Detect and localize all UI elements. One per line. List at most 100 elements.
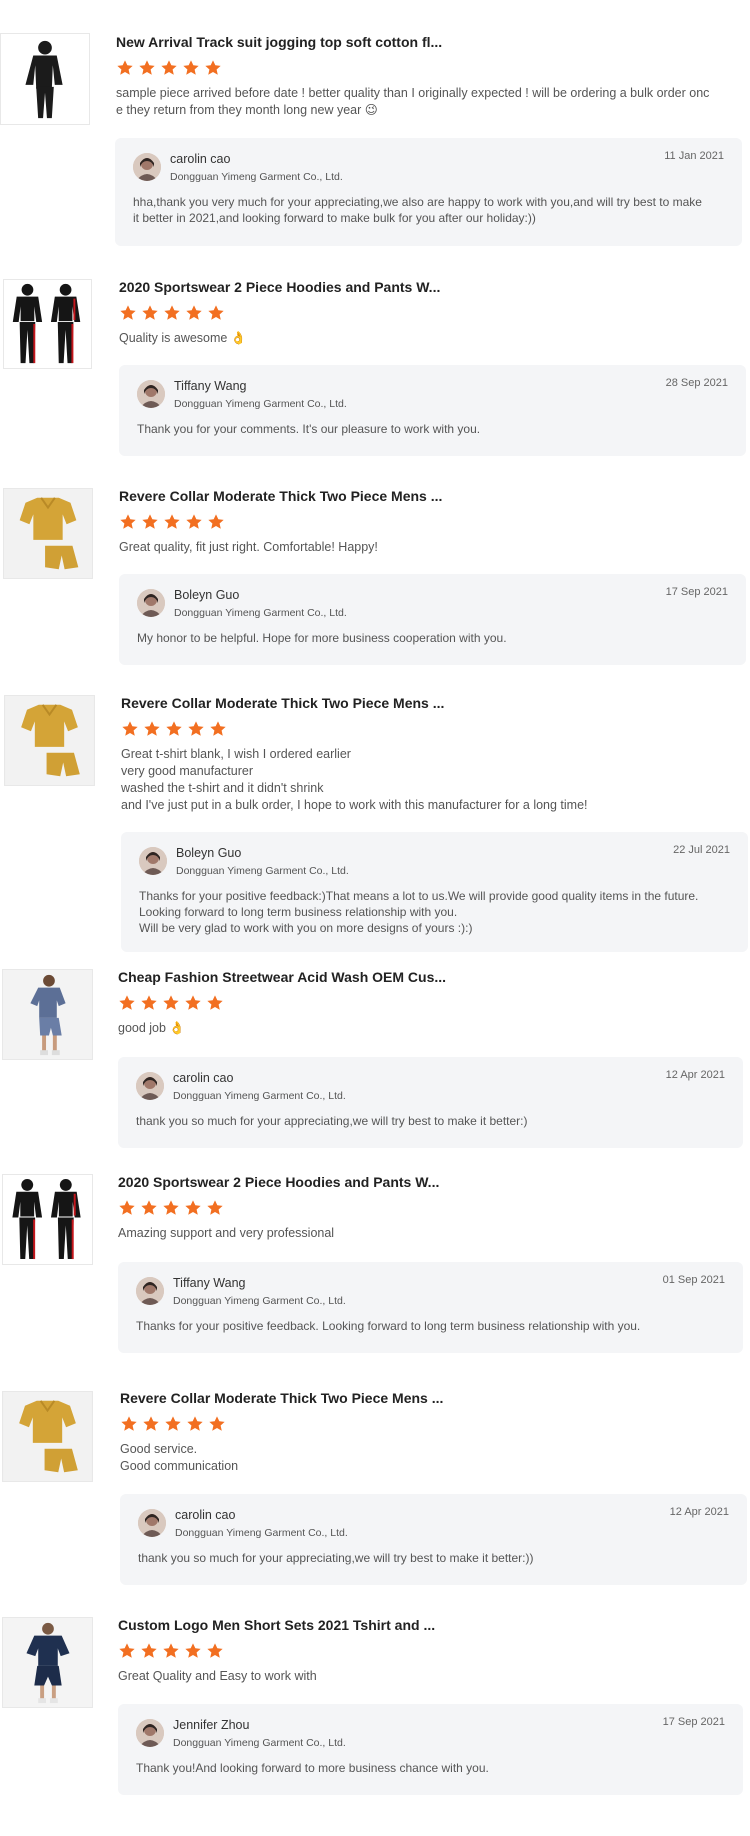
star-icon [118, 1642, 136, 1660]
star-icon [119, 513, 137, 531]
review-text: Great t-shirt blank, I wish I ordered ea… [121, 747, 588, 812]
star-icon [206, 994, 224, 1012]
reply-date: 12 Apr 2021 [665, 1069, 725, 1081]
star-icon [118, 1199, 136, 1217]
star-icon [207, 513, 225, 531]
star-icon [182, 59, 200, 77]
star-icon [186, 1415, 204, 1433]
reply-author: Jennifer Zhou [173, 1718, 250, 1732]
reply-company: Dongguan Yimeng Garment Co., Ltd. [173, 1737, 346, 1749]
review-text: Great quality, fit just right. Comfortab… [119, 540, 378, 554]
star-rating [120, 1415, 742, 1433]
star-rating [119, 304, 742, 322]
avatar [136, 1072, 164, 1100]
avatar [136, 1719, 164, 1747]
star-icon [160, 59, 178, 77]
reply-author: Tiffany Wang [173, 1276, 246, 1290]
reply-author: Boleyn Guo [174, 588, 240, 602]
star-icon [120, 1415, 138, 1433]
reply-author: carolin cao [175, 1508, 236, 1522]
star-rating [119, 513, 742, 531]
supplier-reply: Tiffany Wang Dongguan Yimeng Garment Co.… [118, 1262, 743, 1353]
reply-company: Dongguan Yimeng Garment Co., Ltd. [175, 1527, 348, 1539]
reply-date: 12 Apr 2021 [669, 1506, 729, 1518]
reply-company: Dongguan Yimeng Garment Co., Ltd. [170, 171, 343, 183]
supplier-reply: Tiffany Wang Dongguan Yimeng Garment Co.… [119, 365, 746, 456]
star-icon [162, 1199, 180, 1217]
star-rating [118, 1642, 742, 1660]
product-thumbnail[interactable] [3, 279, 92, 369]
star-icon [162, 994, 180, 1012]
product-thumbnail[interactable] [2, 969, 93, 1060]
product-thumbnail[interactable] [2, 1617, 93, 1708]
reply-message: thank you so much for your appreciating,… [136, 1114, 528, 1128]
supplier-reply: Boleyn Guo Dongguan Yimeng Garment Co., … [119, 574, 746, 665]
product-thumbnail[interactable] [2, 1174, 93, 1265]
reply-company: Dongguan Yimeng Garment Co., Ltd. [174, 607, 347, 619]
product-title[interactable]: New Arrival Track suit jogging top soft … [116, 33, 742, 51]
star-icon [143, 720, 161, 738]
supplier-reply: carolin cao Dongguan Yimeng Garment Co.,… [118, 1057, 743, 1148]
star-icon [184, 1199, 202, 1217]
star-icon [163, 304, 181, 322]
star-rating [116, 59, 742, 77]
star-icon [208, 1415, 226, 1433]
product-title[interactable]: 2020 Sportswear 2 Piece Hoodies and Pant… [118, 1173, 742, 1191]
review-text: Great Quality and Easy to work with [118, 1669, 317, 1683]
star-icon [118, 994, 136, 1012]
product-thumbnail[interactable] [0, 33, 90, 125]
product-thumbnail[interactable] [2, 1391, 93, 1482]
reply-message: thank you so much for your appreciating,… [138, 1551, 534, 1565]
star-icon [141, 513, 159, 531]
star-icon [121, 720, 139, 738]
product-title[interactable]: 2020 Sportswear 2 Piece Hoodies and Pant… [119, 278, 742, 296]
product-title[interactable]: Revere Collar Moderate Thick Two Piece M… [119, 487, 742, 505]
reply-company: Dongguan Yimeng Garment Co., Ltd. [173, 1090, 346, 1102]
reply-date: 17 Sep 2021 [662, 1716, 725, 1728]
review-text: Amazing support and very professional [118, 1226, 335, 1240]
avatar [136, 1277, 164, 1305]
product-title[interactable]: Revere Collar Moderate Thick Two Piece M… [121, 694, 742, 712]
star-icon [116, 59, 134, 77]
star-icon [185, 513, 203, 531]
reply-message: My honor to be helpful. Hope for more bu… [137, 631, 507, 645]
reply-date: 22 Jul 2021 [673, 844, 730, 856]
reply-author: carolin cao [173, 1071, 234, 1085]
reply-message: Thank you for your comments. It's our pl… [137, 422, 481, 436]
reply-message: hha,thank you very much for your appreci… [133, 195, 702, 225]
avatar [137, 380, 165, 408]
reply-date: 28 Sep 2021 [665, 377, 728, 389]
reply-company: Dongguan Yimeng Garment Co., Ltd. [173, 1295, 346, 1307]
review-text: Quality is awesome 👌 [119, 331, 247, 345]
reply-message: Thank you!And looking forward to more bu… [136, 1761, 489, 1775]
star-icon [140, 994, 158, 1012]
star-icon [184, 994, 202, 1012]
star-icon [165, 720, 183, 738]
reply-author: Boleyn Guo [176, 846, 242, 860]
star-rating [118, 994, 742, 1012]
reply-date: 17 Sep 2021 [665, 586, 728, 598]
star-icon [206, 1642, 224, 1660]
star-icon [138, 59, 156, 77]
reply-date: 11 Jan 2021 [664, 150, 724, 162]
reply-date: 01 Sep 2021 [662, 1274, 725, 1286]
supplier-reply: carolin cao Dongguan Yimeng Garment Co.,… [120, 1494, 747, 1585]
star-icon [209, 720, 227, 738]
star-icon [204, 59, 222, 77]
star-icon [162, 1642, 180, 1660]
product-thumbnail[interactable] [3, 488, 93, 579]
product-thumbnail[interactable] [4, 695, 95, 786]
avatar [139, 847, 167, 875]
product-title[interactable]: Custom Logo Men Short Sets 2021 Tshirt a… [118, 1616, 742, 1634]
star-icon [119, 304, 137, 322]
review-text: Good service. Good communication [120, 1442, 239, 1473]
product-title[interactable]: Cheap Fashion Streetwear Acid Wash OEM C… [118, 968, 742, 986]
review-text: sample piece arrived before date ! bette… [116, 86, 710, 117]
avatar [138, 1509, 166, 1537]
product-title[interactable]: Revere Collar Moderate Thick Two Piece M… [120, 1389, 742, 1407]
reply-message: Thanks for your positive feedback. Looki… [136, 1319, 641, 1333]
reply-company: Dongguan Yimeng Garment Co., Ltd. [176, 865, 349, 877]
review-text: good job 👌 [118, 1021, 185, 1035]
star-icon [142, 1415, 160, 1433]
star-icon [163, 513, 181, 531]
